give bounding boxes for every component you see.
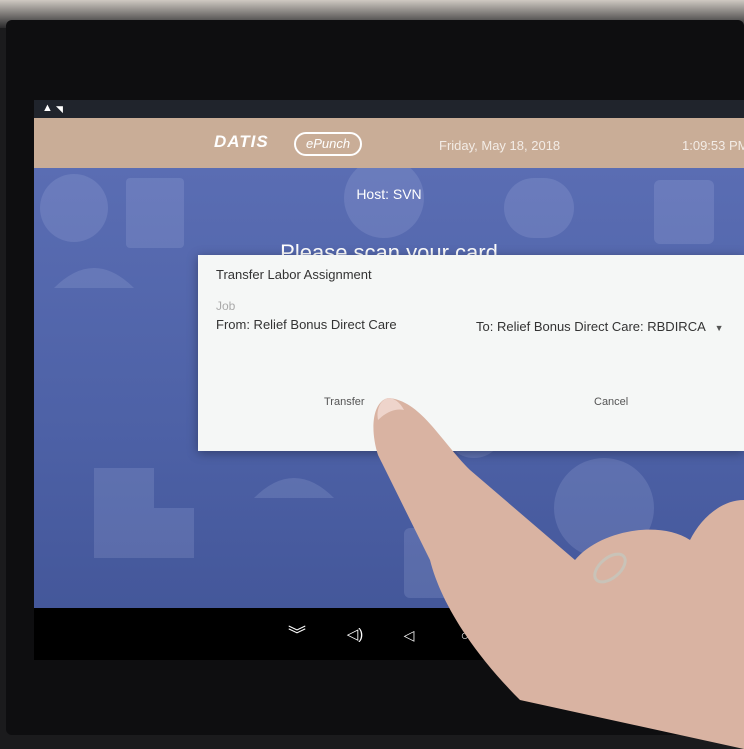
job-label: Job	[216, 299, 236, 313]
to-label: To:	[476, 319, 494, 334]
home-icon[interactable]: ○	[452, 622, 478, 648]
warning-icon: ▲	[42, 102, 53, 114]
to-value: Relief Bonus Direct Care: RBDIRCA	[496, 319, 706, 334]
to-assignment-select[interactable]: To: Relief Bonus Direct Care: RBDIRCA ▼	[476, 319, 724, 334]
epunch-logo: ePunch	[294, 132, 363, 156]
dropdown-caret-icon: ▼	[714, 323, 724, 333]
cancel-button[interactable]: Cancel	[588, 395, 634, 409]
volume-icon[interactable]: ◁)	[342, 622, 368, 648]
transfer-dialog: Transfer Labor Assignment Job From: Reli…	[198, 255, 744, 451]
collapse-icon[interactable]: ︾	[284, 622, 310, 648]
header-clock: 1:09:53 PM	[682, 138, 744, 153]
back-icon[interactable]: ◁	[396, 622, 422, 648]
from-assignment: From: Relief Bonus Direct Care	[216, 317, 397, 332]
android-nav-bar: ︾ ◁) ◁ ○	[34, 608, 744, 660]
tablet-screen: ▲ ◥ DATIS ePunch Friday, May 18, 2018 1:…	[34, 100, 744, 660]
wifi-icon: ◥	[56, 104, 63, 114]
app-header: DATIS ePunch Friday, May 18, 2018 1:09:5…	[34, 118, 744, 168]
status-bar: ▲ ◥	[34, 100, 744, 118]
transfer-button[interactable]: Transfer	[318, 395, 371, 409]
datis-logo: DATIS	[214, 132, 269, 151]
dialog-title: Transfer Labor Assignment	[216, 267, 372, 282]
host-label: Host: SVN	[356, 186, 422, 202]
header-date: Friday, May 18, 2018	[439, 138, 561, 153]
